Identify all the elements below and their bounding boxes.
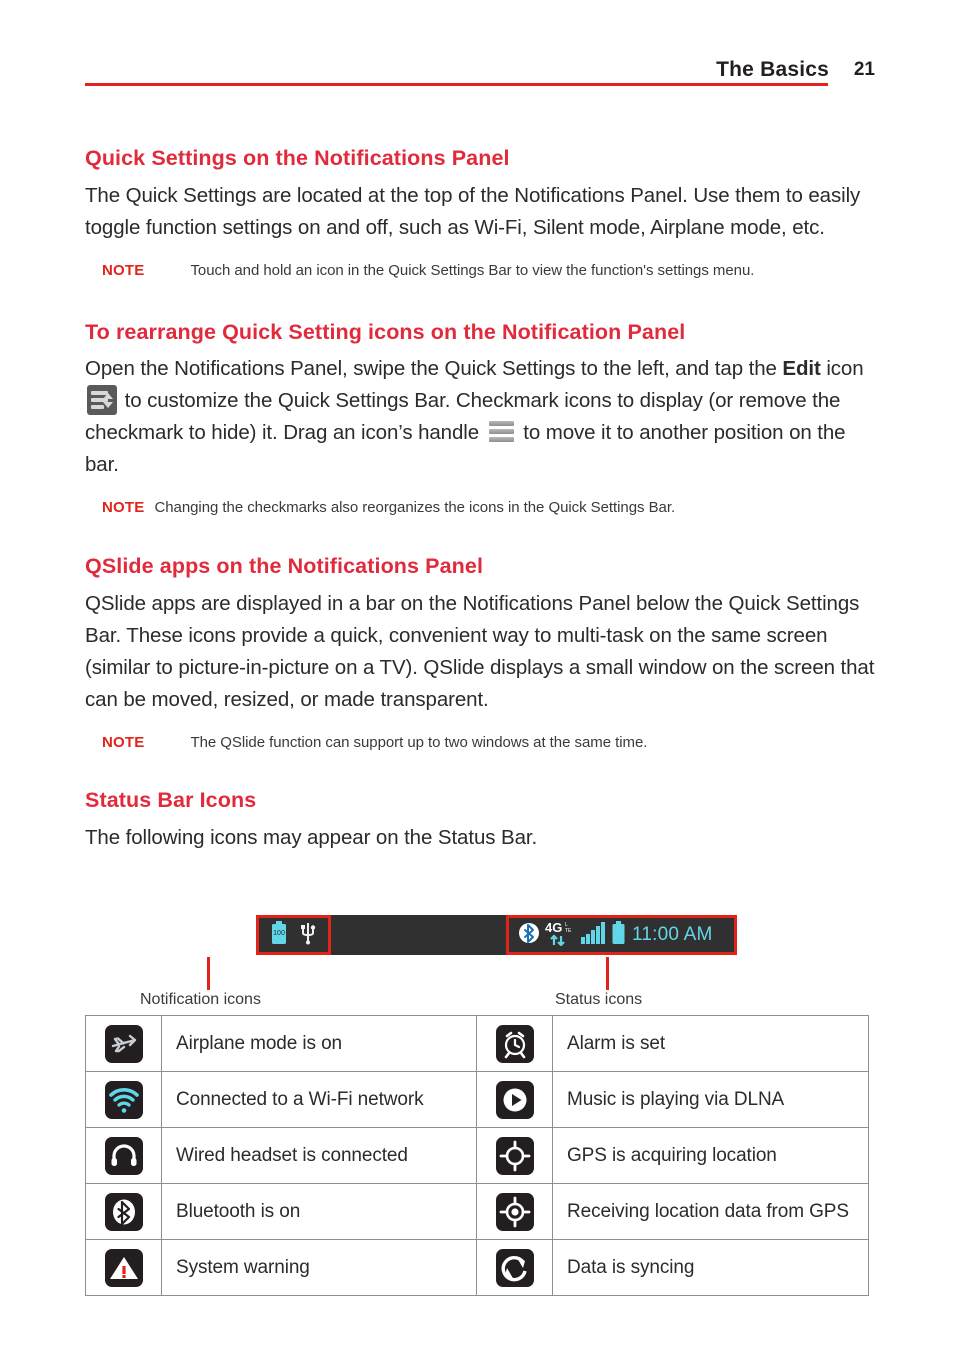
caption-notification-icons: Notification icons — [140, 991, 261, 1008]
page-content: Quick Settings on the Notifications Pane… — [85, 146, 877, 854]
section-heading: Quick Settings on the Notifications Pane… — [85, 146, 510, 170]
edit-icon — [87, 385, 117, 416]
note-block: NOTE The QSlide function can support up … — [85, 732, 877, 754]
status-icon-table: Airplane mode is on Alarm is set Connect… — [85, 1015, 869, 1296]
signal-bars-icon — [581, 921, 607, 950]
note-text: Changing the checkmarks also reorganizes… — [154, 499, 676, 517]
caption-status-icons: Status icons — [555, 991, 643, 1008]
section-body: The following icons may appear on the St… — [85, 825, 538, 849]
section-qslide-apps: QSlide apps on the Notifications Panel Q… — [85, 554, 877, 754]
4g-lte-data-icon: 4G L TE — [545, 920, 577, 951]
icon-cell — [85, 1127, 162, 1184]
wifi-icon — [104, 1080, 143, 1119]
gps-searching-icon — [495, 1136, 534, 1175]
icon-description: Wired headset is connected — [161, 1127, 477, 1184]
note-label: NOTE — [102, 261, 145, 279]
section-body: The Quick Settings are located at the to… — [85, 183, 861, 239]
section-body: Open the Notifications Panel, swipe the … — [85, 353, 877, 481]
icon-description: Airplane mode is on — [161, 1015, 477, 1072]
header-rule — [85, 83, 828, 86]
leader-line-notification — [207, 957, 210, 990]
icon-description: Music is playing via DLNA — [552, 1071, 869, 1128]
gps-fixed-icon — [495, 1192, 534, 1231]
status-bar-figure: 100 4G L TE 11:00 AM Notification icons … — [85, 915, 877, 1010]
battery-icon — [611, 920, 626, 950]
running-header: The Basics 21 — [85, 52, 875, 86]
icon-cell — [85, 1183, 162, 1240]
airplane-icon — [104, 1024, 143, 1063]
note-text: The QSlide function can support up to tw… — [190, 734, 648, 752]
icon-description: Data is syncing — [552, 1239, 869, 1296]
phone-status-bar: 100 4G L TE 11:00 AM — [256, 915, 737, 955]
leader-line-status — [606, 957, 609, 990]
table-row: Connected to a Wi-Fi network Music is pl… — [85, 1071, 869, 1128]
note-label: NOTE — [102, 499, 145, 517]
edit-keyword: Edit — [782, 357, 821, 381]
para-part-1: Open the Notifications Panel, swipe the … — [85, 357, 783, 381]
icon-description: Receiving location data from GPS — [552, 1183, 869, 1240]
table-row: Airplane mode is on Alarm is set — [85, 1015, 869, 1072]
sync-icon — [495, 1248, 534, 1287]
section-status-bar-icons: Status Bar Icons The following icons may… — [85, 788, 877, 854]
icon-cell — [85, 1015, 162, 1072]
play-icon — [495, 1080, 534, 1119]
battery-charging-icon: 100 — [271, 920, 287, 950]
notification-icons-highlight: 100 — [256, 915, 331, 955]
svg-text:100: 100 — [273, 930, 285, 937]
svg-text:4G: 4G — [545, 920, 562, 935]
icon-cell — [476, 1239, 553, 1296]
bluetooth-icon — [104, 1192, 143, 1231]
icon-cell — [476, 1183, 553, 1240]
table-row: System warning Data is syncing — [85, 1239, 869, 1296]
headset-icon — [104, 1136, 143, 1175]
note-label: NOTE — [102, 734, 145, 752]
section-rearrange-icons: To rearrange Quick Setting icons on the … — [85, 320, 877, 520]
icon-cell — [476, 1071, 553, 1128]
note-block: NOTE Changing the checkmarks also reorga… — [85, 497, 877, 519]
para-part-2: icon — [820, 357, 864, 381]
note-text: Touch and hold an icon in the Quick Sett… — [190, 261, 755, 279]
status-bar-clock: 11:00 AM — [632, 924, 713, 945]
header-title: The Basics — [716, 58, 829, 81]
status-icons-highlight: 4G L TE 11:00 AM — [506, 915, 737, 955]
manual-page: The Basics 21 Quick Settings on the Noti… — [0, 0, 954, 1372]
usb-icon — [300, 921, 316, 950]
icon-description: GPS is acquiring location — [552, 1127, 869, 1184]
icon-description: Connected to a Wi-Fi network — [161, 1071, 477, 1128]
icon-description: Alarm is set — [552, 1015, 869, 1072]
icon-cell — [476, 1127, 553, 1184]
icon-cell — [85, 1239, 162, 1296]
drag-handle-icon — [488, 420, 514, 443]
icon-description: System warning — [161, 1239, 477, 1296]
table-row: Wired headset is connected GPS is acquir… — [85, 1127, 869, 1184]
icon-description: Bluetooth is on — [161, 1183, 477, 1240]
page-number: 21 — [853, 59, 875, 80]
section-heading: Status Bar Icons — [85, 788, 257, 813]
section-body: QSlide apps are displayed in a bar on th… — [85, 592, 875, 712]
svg-text:TE: TE — [565, 928, 572, 934]
section-heading: QSlide apps on the Notifications Panel — [85, 554, 484, 579]
icon-cell — [85, 1071, 162, 1128]
table-row: Bluetooth is on Receiving location data … — [85, 1183, 869, 1240]
warning-icon — [104, 1248, 143, 1287]
note-block: NOTE Touch and hold an icon in the Quick… — [85, 260, 877, 282]
bluetooth-icon — [517, 921, 541, 950]
icon-cell — [476, 1015, 553, 1072]
section-quick-settings: Quick Settings on the Notifications Pane… — [85, 146, 877, 282]
alarm-clock-icon — [495, 1024, 534, 1063]
section-heading: To rearrange Quick Setting icons on the … — [85, 319, 686, 344]
